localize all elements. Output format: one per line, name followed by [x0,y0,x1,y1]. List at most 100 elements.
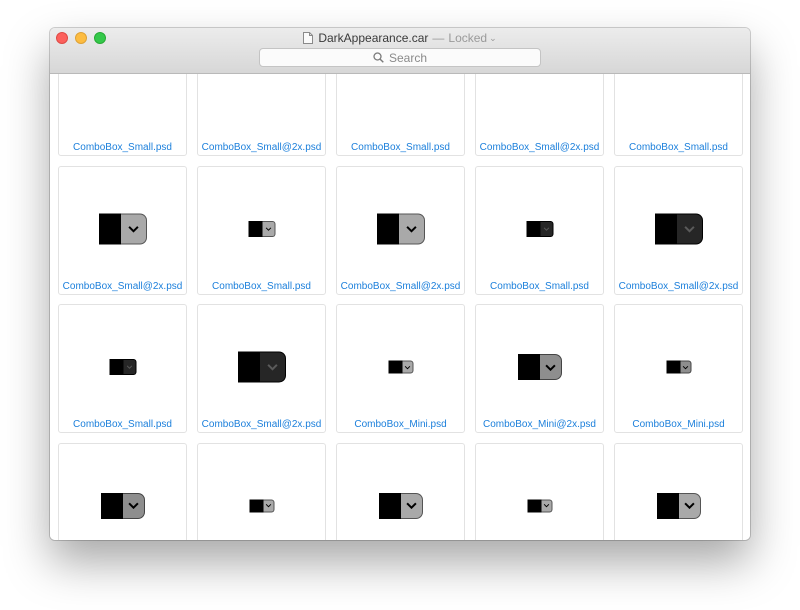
combobox-preview [666,360,691,374]
asset-tile[interactable]: ComboBox_Mini.psd [197,442,326,540]
combobox-preview [388,360,413,374]
combobox-field-swatch [388,360,402,374]
asset-tile[interactable]: ComboBox_Small.psd [58,74,187,156]
combobox-preview [378,492,423,519]
asset-tile[interactable]: ComboBox_Small@2x.psd [197,74,326,156]
combobox-preview [527,499,552,512]
chevron-down-icon [683,225,695,232]
combobox-button [676,213,703,244]
title-separator: — [432,31,445,45]
asset-tile[interactable]: ComboBox_Mini.psd [336,304,465,433]
chevron-down-icon [543,226,549,231]
combobox-button [678,492,701,519]
combobox-field-swatch [527,499,541,512]
combobox-field-swatch [376,213,399,244]
combobox-preview [100,492,145,519]
chevron-down-icon [683,502,695,509]
asset-filename: ComboBox_Small.psd [351,142,450,153]
combobox-button [398,213,425,244]
asset-filename: ComboBox_Small@2x.psd [479,142,600,153]
asset-tile[interactable]: ComboBox_Small.psd [197,165,326,295]
combobox-field-swatch [237,351,260,383]
asset-tile[interactable]: ComboBox_Mini@2x.psd [475,304,604,433]
combobox-preview [656,492,701,519]
chevron-down-icon [682,365,688,369]
chevron-down-icon [266,364,278,371]
combobox-preview [526,220,553,237]
combobox-button [259,351,286,383]
chevron-down-icon [265,226,271,231]
combobox-preview [237,351,286,383]
combobox-button [540,220,553,237]
search-placeholder: Search [388,50,428,65]
asset-tile[interactable]: ComboBox_Small@2x.psd [197,304,326,433]
asset-filename: ComboBox_Small@2x.psd [201,419,322,430]
combobox-button [263,499,274,512]
asset-tile[interactable]: ComboBox_Small.psd [336,74,465,156]
asset-filename: ComboBox_Small@2x.psd [62,280,183,292]
search-field[interactable]: Search [259,48,541,67]
document-icon [303,32,314,44]
asset-filename: ComboBox_Mini@2x.psd [483,419,596,430]
asset-filename: ComboBox_Small.psd [490,280,589,292]
combobox-preview [517,354,562,380]
combobox-field-swatch [526,220,540,237]
combobox-preview [654,213,703,244]
combobox-button [262,220,275,237]
asset-filename: ComboBox_Small.psd [73,142,172,153]
asset-filename: ComboBox_Small@2x.psd [340,280,461,292]
window-title-area[interactable]: DarkAppearance.car — Locked ⌄ [50,30,750,46]
combobox-preview [376,213,425,244]
app-window: DarkAppearance.car — Locked ⌄ Search Com… [50,28,750,540]
chevron-down-icon[interactable]: ⌄ [489,33,497,44]
combobox-button [400,492,423,519]
combobox-button [120,213,147,244]
asset-filename: ComboBox_Mini.psd [632,419,725,430]
combobox-field-swatch [248,220,262,237]
chevron-down-icon [126,365,132,369]
chevron-down-icon [544,364,556,371]
asset-tile[interactable]: ComboBox_Mini@2x.psd [58,442,187,540]
combobox-field-swatch [249,499,263,512]
asset-tile[interactable]: ComboBox_Small@2x.psd [475,74,604,156]
asset-tile[interactable]: ComboBox_Small@2x.psd [614,165,743,295]
combobox-field-swatch [100,492,123,519]
asset-tile[interactable]: ComboBox_Mini.psd [475,442,604,540]
locked-status[interactable]: Locked [448,31,487,45]
combobox-field-swatch [517,354,540,380]
chevron-down-icon [265,503,271,508]
combobox-button [680,360,691,374]
combobox-button [539,354,562,380]
asset-tile[interactable]: ComboBox_Small.psd [614,74,743,156]
combobox-preview [98,213,147,244]
chevron-down-icon [127,225,139,232]
combobox-field-swatch [109,359,123,375]
combobox-field-swatch [666,360,680,374]
asset-tile[interactable]: ComboBox_Mini@2x.psd [336,442,465,540]
asset-filename: ComboBox_Small.psd [73,419,172,430]
window-title: DarkAppearance.car [318,31,429,45]
chevron-down-icon [405,502,417,509]
combobox-button [402,360,413,374]
search-icon [373,52,384,63]
asset-grid-view[interactable]: ComboBox_Small.psd ComboBox_Small@2x.psd C… [50,74,750,540]
chevron-down-icon [404,365,410,369]
combobox-button [122,492,145,519]
combobox-preview [109,359,136,375]
asset-tile[interactable]: ComboBox_Small.psd [475,165,604,295]
asset-filename: ComboBox_Small.psd [212,280,311,292]
combobox-button [541,499,552,512]
asset-filename: ComboBox_Small.psd [629,142,728,153]
combobox-field-swatch [98,213,121,244]
combobox-preview [249,499,274,512]
asset-filename: ComboBox_Mini.psd [354,419,447,430]
asset-tile[interactable]: ComboBox_Small@2x.psd [336,165,465,295]
combobox-field-swatch [656,492,679,519]
asset-tile[interactable]: ComboBox_Small.psd [58,304,187,433]
asset-tile[interactable]: ComboBox_Small@2x.psd [58,165,187,295]
chevron-down-icon [127,502,139,509]
asset-tile[interactable]: ComboBox_Mini@2x.psd [614,442,743,540]
combobox-field-swatch [378,492,401,519]
combobox-field-swatch [654,213,677,244]
asset-tile[interactable]: ComboBox_Mini.psd [614,304,743,433]
